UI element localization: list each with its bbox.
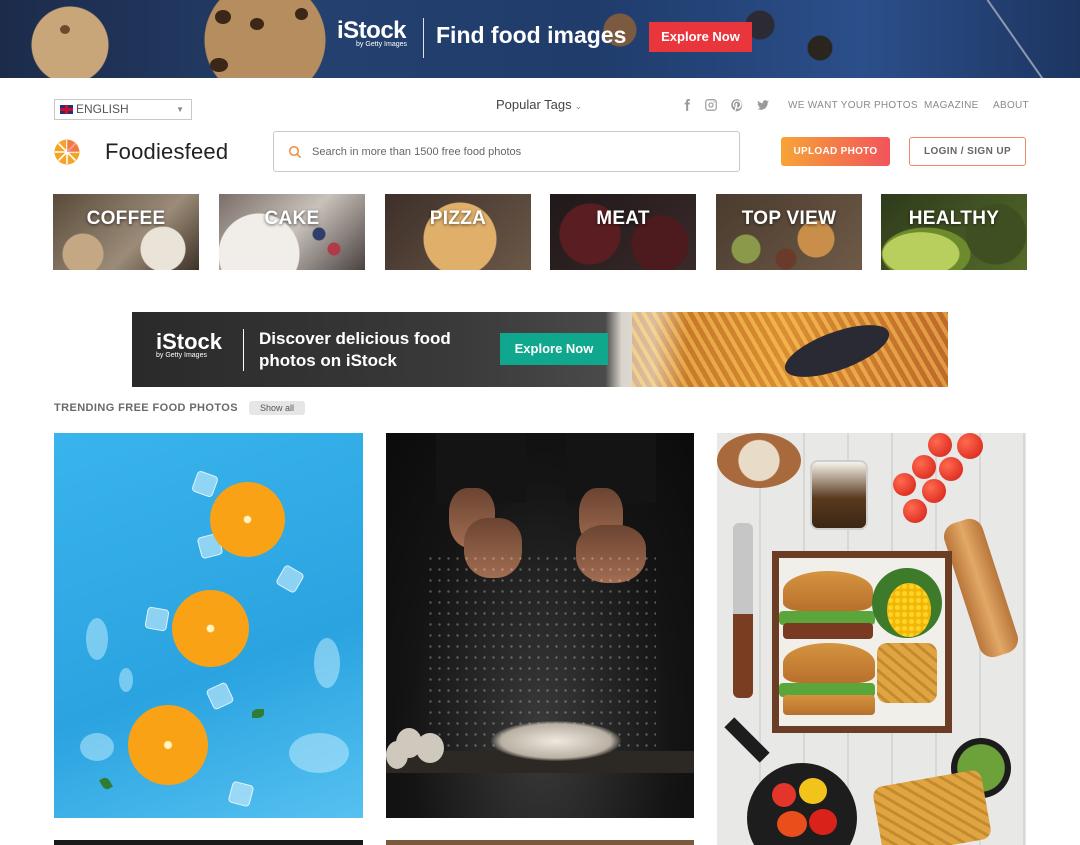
- photo-detail: [119, 668, 133, 692]
- photo-detail: [772, 783, 796, 807]
- photo-detail: [724, 717, 770, 763]
- photo-detail: [777, 811, 807, 837]
- photo-burger[interactable]: [717, 433, 1026, 845]
- photo-detail: [205, 681, 235, 711]
- photo-detail: [940, 515, 1022, 661]
- ad-explore-button[interactable]: Explore Now: [500, 333, 608, 365]
- about-link[interactable]: ABOUT: [993, 100, 1029, 111]
- photo-detail: [733, 523, 753, 698]
- search-input[interactable]: [312, 142, 712, 162]
- search-icon: [288, 145, 302, 159]
- banner-decor: [60, 25, 70, 34]
- photo-detail: [783, 623, 873, 639]
- category-label: COFFEE: [86, 208, 166, 229]
- banner-divider: [423, 18, 424, 58]
- istock-top-banner[interactable]: iStock by Getty Images Find food images …: [0, 0, 1080, 78]
- banner-explore-button[interactable]: Explore Now: [649, 22, 752, 52]
- chevron-down-icon: ⌄: [574, 101, 583, 111]
- banner-decor: [295, 8, 308, 20]
- show-all-button[interactable]: Show all: [249, 401, 305, 415]
- ad-divider: [243, 329, 244, 371]
- photo-detail: [887, 583, 931, 637]
- category-coffee[interactable]: COFFEE: [53, 194, 199, 270]
- category-healthy[interactable]: HEALTHY: [881, 194, 1027, 270]
- category-pizza[interactable]: PIZZA: [385, 194, 531, 270]
- ad-title: Discover delicious food photos on iStock: [259, 329, 451, 370]
- twitter-icon[interactable]: [756, 98, 772, 114]
- photo-detail: [172, 590, 249, 667]
- photo-detail: [903, 499, 927, 523]
- photo-detail: [783, 695, 875, 715]
- category-label: MEAT: [596, 208, 650, 229]
- istock-logo-text: iStock: [156, 329, 223, 354]
- we-want-your-photos-link[interactable]: WE WANT YOUR PHOTOS: [788, 100, 918, 111]
- brand-name[interactable]: Foodiesfeed: [105, 139, 228, 165]
- photo-detail: [871, 768, 993, 845]
- category-label: PIZZA: [429, 208, 487, 229]
- photo-detail: [939, 457, 963, 481]
- login-signup-button[interactable]: LOGIN / SIGN UP: [909, 137, 1026, 166]
- photo-detail: [893, 473, 916, 496]
- photo-flour[interactable]: [386, 433, 694, 818]
- search-box[interactable]: [273, 131, 740, 172]
- foodiesfeed-logo-icon[interactable]: [54, 139, 80, 165]
- photo-card[interactable]: [386, 840, 694, 845]
- popular-tags-label: Popular Tags: [496, 97, 572, 112]
- photo-detail: [144, 606, 170, 632]
- photo-detail: [86, 618, 108, 660]
- banner-title: Find food images: [436, 22, 627, 48]
- photo-detail: [80, 733, 114, 761]
- photo-detail: [252, 709, 264, 718]
- banner-decor: [210, 58, 228, 72]
- photo-detail: [809, 809, 837, 835]
- istock-logo: iStock by Getty Images: [337, 18, 413, 58]
- photo-detail: [922, 479, 946, 503]
- upload-photo-button[interactable]: UPLOAD PHOTO: [781, 137, 890, 166]
- photo-detail: [227, 780, 255, 808]
- photo-detail: [274, 563, 306, 595]
- photo-oranges[interactable]: [54, 433, 363, 818]
- popular-tags-dropdown[interactable]: Popular Tags ⌄: [496, 97, 582, 112]
- photo-detail: [957, 433, 983, 459]
- istock-logo: iStock by Getty Images: [156, 329, 232, 360]
- magazine-link[interactable]: MAGAZINE: [924, 100, 979, 111]
- photo-detail: [99, 776, 113, 791]
- language-label: ENGLISH: [76, 102, 129, 116]
- category-cake[interactable]: CAKE: [219, 194, 365, 270]
- photo-card[interactable]: [54, 840, 363, 845]
- chevron-down-icon: ▼: [176, 105, 184, 114]
- photo-detail: [314, 638, 340, 688]
- category-top-view[interactable]: TOP VIEW: [716, 194, 862, 270]
- photo-detail: [877, 643, 937, 703]
- category-meat[interactable]: MEAT: [550, 194, 696, 270]
- photo-detail: [128, 705, 208, 785]
- photo-detail: [783, 643, 875, 683]
- photo-detail: [799, 778, 827, 804]
- photo-detail: [416, 733, 444, 763]
- photo-detail: [717, 433, 801, 488]
- instagram-icon[interactable]: [704, 98, 720, 114]
- banner-decor: [215, 10, 231, 24]
- photo-detail: [190, 469, 220, 499]
- photo-detail: [912, 455, 936, 479]
- uk-flag-icon: [60, 105, 73, 114]
- photo-detail: [783, 571, 873, 611]
- trending-heading: TRENDING FREE FOOD PHOTOS: [54, 402, 238, 414]
- ad-food-image: [632, 312, 948, 387]
- category-label: HEALTHY: [908, 208, 1000, 229]
- language-select[interactable]: ENGLISH ▼: [54, 99, 192, 120]
- photo-detail: [491, 721, 621, 761]
- photo-detail: [386, 741, 408, 769]
- category-label: TOP VIEW: [741, 208, 837, 229]
- photo-detail: [928, 433, 952, 457]
- banner-decor: [986, 0, 1052, 78]
- facebook-icon[interactable]: [680, 98, 696, 114]
- photo-detail: [289, 733, 349, 773]
- istock-mid-banner[interactable]: iStock by Getty Images Discover deliciou…: [132, 312, 948, 387]
- photo-detail: [810, 460, 868, 530]
- banner-decor: [250, 18, 264, 30]
- pinterest-icon[interactable]: [730, 98, 746, 114]
- photo-detail: [210, 482, 285, 557]
- category-label: CAKE: [264, 208, 320, 229]
